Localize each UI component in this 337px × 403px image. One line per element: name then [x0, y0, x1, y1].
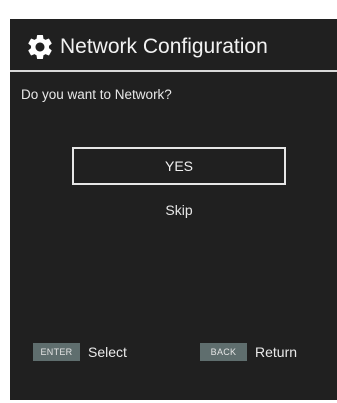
yes-button[interactable]: YES — [72, 147, 286, 185]
enter-key-badge: ENTER — [33, 343, 80, 361]
skip-button[interactable]: Skip — [72, 202, 286, 218]
footer-return-hint: BACK Return — [200, 343, 297, 361]
gear-icon — [28, 35, 52, 59]
select-label: Select — [88, 344, 127, 360]
network-question: Do you want to Network? — [21, 87, 172, 102]
page-title: Network Configuration — [60, 35, 268, 58]
title-bar: Network Configuration — [10, 27, 337, 67]
skip-button-label: Skip — [165, 202, 193, 218]
network-config-screen: Network Configuration Do you want to Net… — [10, 19, 337, 400]
title-divider — [10, 70, 337, 72]
yes-button-label: YES — [164, 158, 193, 174]
return-label: Return — [255, 344, 298, 360]
footer-select-hint: ENTER Select — [33, 343, 127, 361]
back-key-badge: BACK — [200, 343, 247, 361]
